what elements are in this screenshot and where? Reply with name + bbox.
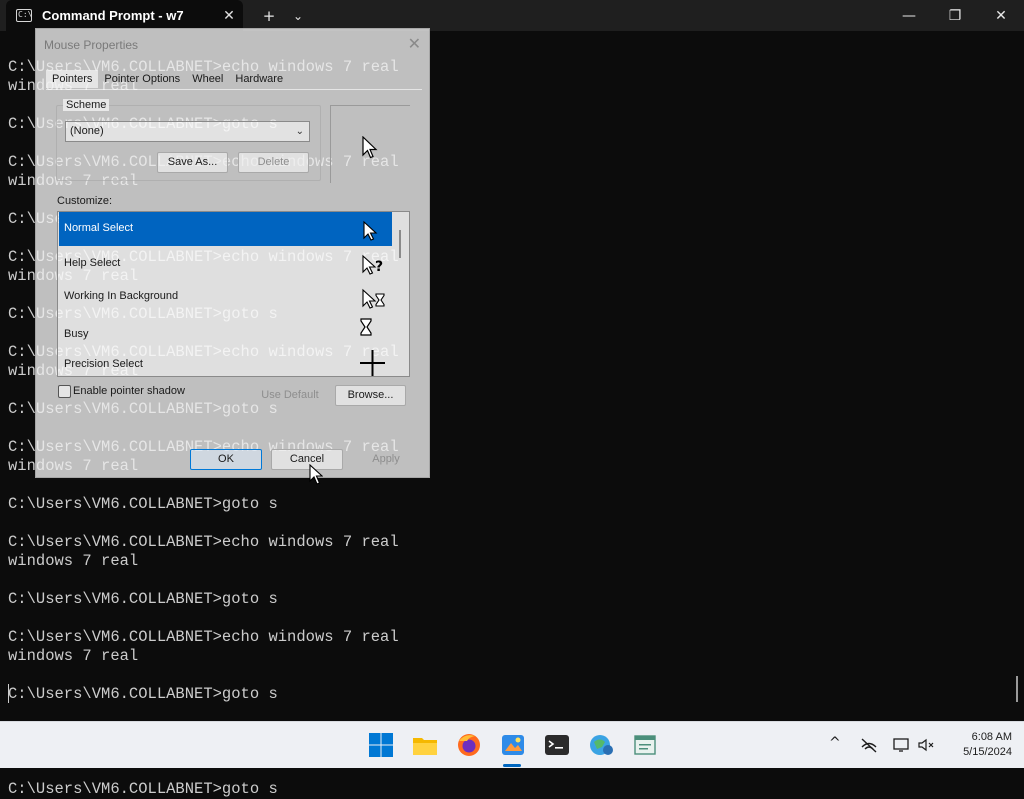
svg-text:?: ? [375,259,383,275]
terminal-line: C:\Users\VM6.COLLABNET>goto s [8,780,278,798]
terminal-line: windows 7 real [8,647,139,665]
arrow-pointer-icon [363,220,378,241]
scheme-label: Scheme [63,99,110,111]
chevron-up-icon[interactable]: ^ [829,735,841,751]
enable-pointer-shadow-checkbox[interactable] [58,385,71,398]
cursor-label: Precision Select [64,358,143,370]
cursor-label: Busy [64,328,89,340]
close-tab-icon[interactable]: ✕ [215,8,243,24]
ok-button[interactable]: OK [190,449,262,470]
list-item-help-select[interactable]: Help Select ? [59,246,392,280]
dialog-tabs: Pointers Pointer Options Wheel Hardware [46,70,289,88]
cursor-label: Help Select [64,257,121,269]
list-item-busy[interactable]: Busy [59,314,392,348]
terminal-icon[interactable] [543,731,571,759]
close-window-button[interactable]: ✕ [978,0,1024,31]
vm-app-icon[interactable] [587,731,615,759]
crosshair-icon [360,350,385,376]
help-pointer-icon: ? [362,254,383,275]
use-default-button[interactable]: Use Default [251,385,329,406]
chevron-down-icon: ⌄ [295,126,304,137]
display-icon[interactable] [892,736,912,754]
list-item-normal-select[interactable]: Normal Select [59,212,392,246]
tab-dropdown-button[interactable]: ⌄ [287,0,309,31]
delete-button[interactable]: Delete [238,152,309,173]
notepad-icon[interactable] [631,731,659,759]
dialog-title: Mouse Properties [44,38,139,52]
terminal-line: C:\Users\VM6.COLLABNET>goto s [8,685,278,703]
cursor-label: Working In Background [64,290,179,302]
customize-label: Customize: [57,195,113,207]
cursor-label: Normal Select [64,222,134,234]
minimize-button[interactable]: — [886,0,932,31]
cancel-button[interactable]: Cancel [271,449,343,470]
scheme-select[interactable]: (None) ⌄ [65,121,310,142]
tab-title: Command Prompt - w7 [42,8,184,23]
terminal-scrollbar[interactable] [1016,676,1018,702]
dialog-close-icon[interactable]: ✕ [408,34,421,54]
terminal-icon: C:\ [16,9,32,22]
clock-time: 6:08 AM [971,731,1012,743]
pointer-preview [330,105,410,183]
terminal-line: C:\Users\VM6.COLLABNET>echo windows 7 re… [8,628,399,646]
maximize-button[interactable]: ❐ [932,0,978,31]
volume-muted-icon[interactable] [916,736,936,754]
windows-start-icon[interactable] [367,731,395,759]
list-item-working-in-background[interactable]: Working In Background [59,280,392,314]
working-pointer-icon [362,288,385,309]
arrow-pointer-icon [362,136,378,159]
active-app-indicator [503,764,521,767]
enable-pointer-shadow-label: Enable pointer shadow [73,385,185,397]
tab-command-prompt[interactable]: C:\ Command Prompt - w7 ✕ [6,0,243,31]
cursor-list-scrollbar[interactable] [392,212,409,376]
cursor-list[interactable]: Normal Select Help Select ? Working In B… [57,211,410,377]
list-item-precision-select[interactable]: Precision Select [59,348,392,376]
mouse-pointer-icon [309,464,323,485]
tab-hardware[interactable]: Hardware [229,70,289,88]
text-cursor [8,684,9,703]
tab-pointer-options[interactable]: Pointer Options [98,70,186,88]
terminal-line: C:\Users\VM6.COLLABNET>goto s [8,590,278,608]
scheme-value: (None) [70,125,104,137]
save-as-button[interactable]: Save As... [157,152,228,173]
network-off-icon[interactable] [859,736,879,754]
mouse-properties-dialog: Mouse Properties ✕ Pointers Pointer Opti… [35,28,430,478]
clock-date: 5/15/2024 [963,746,1012,758]
apply-button[interactable]: Apply [350,449,422,470]
terminal-line: C:\Users\VM6.COLLABNET>echo windows 7 re… [8,533,399,551]
system-clock[interactable]: 6:08 AM 5/15/2024 [944,730,1012,760]
firefox-icon[interactable] [455,731,483,759]
browse-button[interactable]: Browse... [335,385,406,406]
taskbar: ^ 6:08 AM 5/15/2024 [0,721,1024,768]
hourglass-icon [360,318,372,336]
new-tab-button[interactable]: + [257,0,281,31]
title-bar: C:\ Command Prompt - w7 ✕ + ⌄ — ❐ ✕ [0,0,1024,31]
photos-icon[interactable] [499,731,527,759]
terminal-line: C:\Users\VM6.COLLABNET>goto s [8,495,278,513]
scrollbar-thumb[interactable] [399,230,401,258]
file-explorer-icon[interactable] [411,731,439,759]
tab-pointers[interactable]: Pointers [46,70,99,88]
terminal-line: windows 7 real [8,552,139,570]
tab-wheel[interactable]: Wheel [186,70,229,88]
